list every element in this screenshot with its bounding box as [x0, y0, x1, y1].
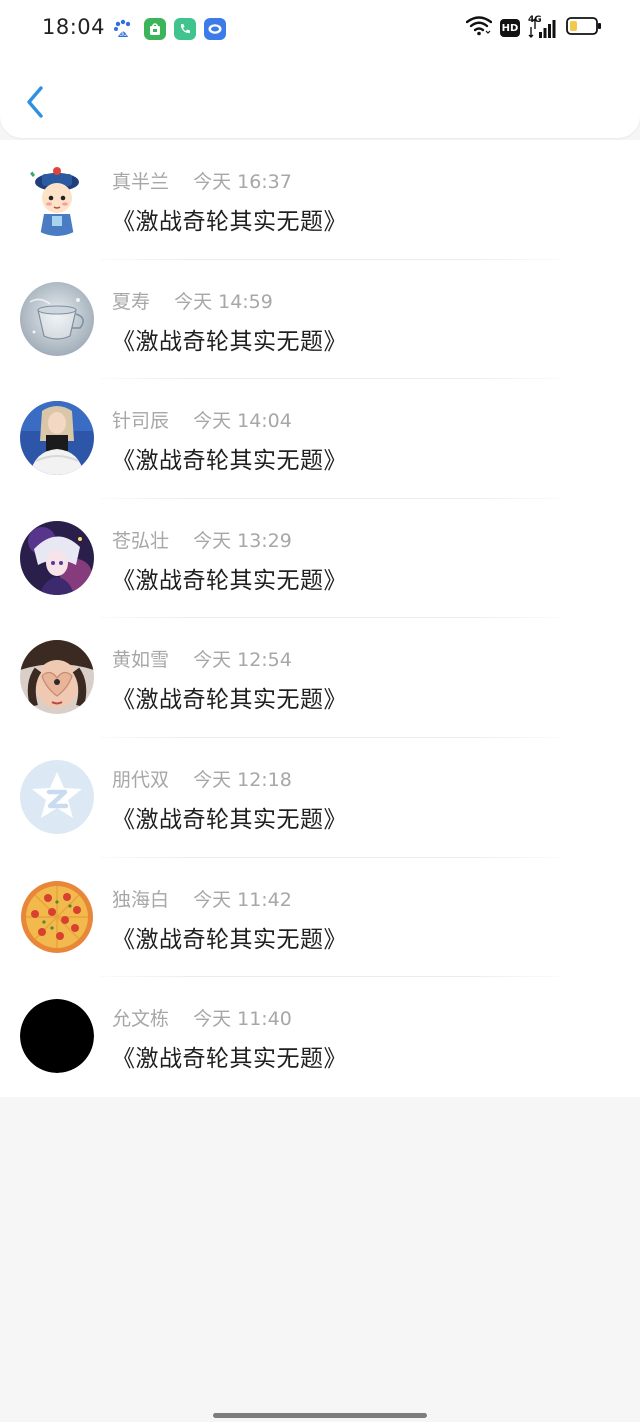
baidu-icon: du	[112, 18, 134, 40]
system-status-icons: HD 4G	[465, 15, 602, 40]
message-meta: 朋代双 今天 12:18	[112, 765, 292, 792]
message-content: 《激战奇轮其实无题》	[112, 209, 347, 235]
message-content: 《激战奇轮其实无题》	[112, 1046, 347, 1073]
status-bar: 18:04 du HD 4G	[0, 0, 640, 56]
list-item[interactable]: 朋代双 今天 12:18 《激战奇轮其实无题》	[0, 738, 640, 858]
status-time: 18:04	[42, 15, 106, 39]
sender-name: 苍弘壮	[112, 529, 170, 552]
phone-icon	[174, 18, 196, 40]
list-item[interactable]: 独海白 今天 11:42 《激战奇轮其实无题》	[0, 858, 640, 978]
message-time: 今天 16:37	[193, 171, 292, 193]
sender-name: 黄如雪	[112, 649, 170, 672]
message-content: 《激战奇轮其实无题》	[112, 567, 347, 594]
avatar[interactable]	[20, 759, 94, 834]
sender-name: 允文栋	[112, 1008, 170, 1031]
shop-bag-icon	[144, 18, 166, 40]
sender-name: 针司辰	[112, 410, 170, 433]
sender-name: 真半兰	[112, 171, 170, 193]
message-list: 真半兰 今天 16:37 《激战奇轮其实无题》 夏寿 今天 14:59 《激战奇…	[0, 140, 640, 1097]
home-indicator[interactable]	[213, 1413, 427, 1418]
message-time: 今天 13:29	[193, 529, 292, 552]
avatar[interactable]	[20, 401, 94, 476]
cellular-signal-icon: 4G	[528, 15, 556, 39]
avatar[interactable]	[20, 999, 94, 1074]
message-meta: 苍弘壮 今天 13:29	[112, 526, 292, 553]
svg-text:du: du	[119, 31, 127, 38]
message-content: 《激战奇轮其实无题》	[112, 328, 347, 355]
list-item[interactable]: 夏寿 今天 14:59 《激战奇轮其实无题》	[0, 260, 640, 380]
message-content: 《激战奇轮其实无题》	[112, 687, 347, 714]
message-content: 《激战奇轮其实无题》	[112, 806, 347, 833]
cloud-chat-icon	[204, 18, 226, 40]
list-item[interactable]: 针司辰 今天 14:04 《激战奇轮其实无题》	[0, 379, 640, 499]
message-meta: 独海白 今天 11:42	[112, 885, 292, 912]
battery-icon	[566, 16, 602, 40]
message-time: 今天 14:04	[193, 410, 292, 433]
message-content: 《激战奇轮其实无题》	[112, 926, 347, 953]
message-time: 今天 14:59	[174, 290, 273, 313]
message-meta: 真半兰 今天 16:37	[112, 167, 292, 194]
sender-name: 独海白	[112, 888, 170, 911]
chevron-left-icon	[25, 84, 47, 124]
message-time: 今天 11:40	[193, 1008, 292, 1031]
sender-name: 夏寿	[112, 290, 151, 313]
message-time: 今天 12:18	[193, 768, 292, 791]
message-meta: 允文栋 今天 11:40	[112, 1004, 292, 1031]
avatar[interactable]	[20, 520, 94, 595]
hd-badge: HD	[500, 19, 520, 37]
list-item[interactable]: 黄如雪 今天 12:54 《激战奇轮其实无题》	[0, 618, 640, 738]
back-button[interactable]	[16, 84, 56, 124]
avatar[interactable]	[20, 879, 94, 954]
wifi-icon	[465, 16, 493, 40]
message-meta: 夏寿 今天 14:59	[112, 287, 273, 314]
avatar[interactable]	[20, 640, 94, 715]
avatar[interactable]	[20, 162, 94, 236]
message-time: 今天 11:42	[193, 888, 292, 911]
message-meta: 针司辰 今天 14:04	[112, 406, 292, 433]
avatar[interactable]	[20, 281, 94, 356]
top-bar: 18:04 du HD 4G	[0, 0, 640, 138]
message-time: 今天 12:54	[193, 649, 292, 672]
list-item[interactable]: 苍弘壮 今天 13:29 《激战奇轮其实无题》	[0, 499, 640, 619]
list-item[interactable]: 真半兰 今天 16:37 《激战奇轮其实无题》	[0, 140, 640, 260]
list-item[interactable]: 允文栋 今天 11:40 《激战奇轮其实无题》	[0, 977, 640, 1097]
sender-name: 朋代双	[112, 768, 170, 791]
message-content: 《激战奇轮其实无题》	[112, 448, 347, 475]
message-meta: 黄如雪 今天 12:54	[112, 645, 292, 672]
hd-badge-label: HD	[501, 22, 519, 34]
